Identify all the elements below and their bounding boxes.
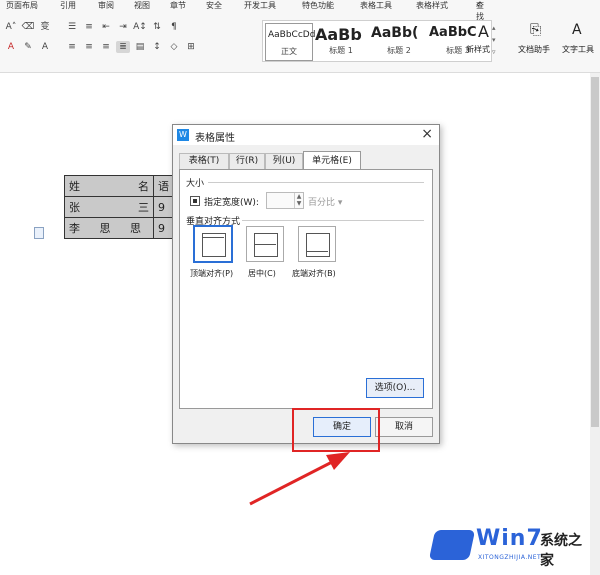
watermark-brand: Win7	[476, 526, 543, 551]
brand-logo-icon	[428, 530, 476, 560]
watermark: Win7 系统之家 XITONGZHIJIA.NET	[428, 524, 592, 570]
watermark-cn: 系统之家	[540, 533, 582, 569]
watermark-url: XITONGZHIJIA.NET	[478, 554, 542, 561]
annotation-arrow	[249, 452, 350, 506]
